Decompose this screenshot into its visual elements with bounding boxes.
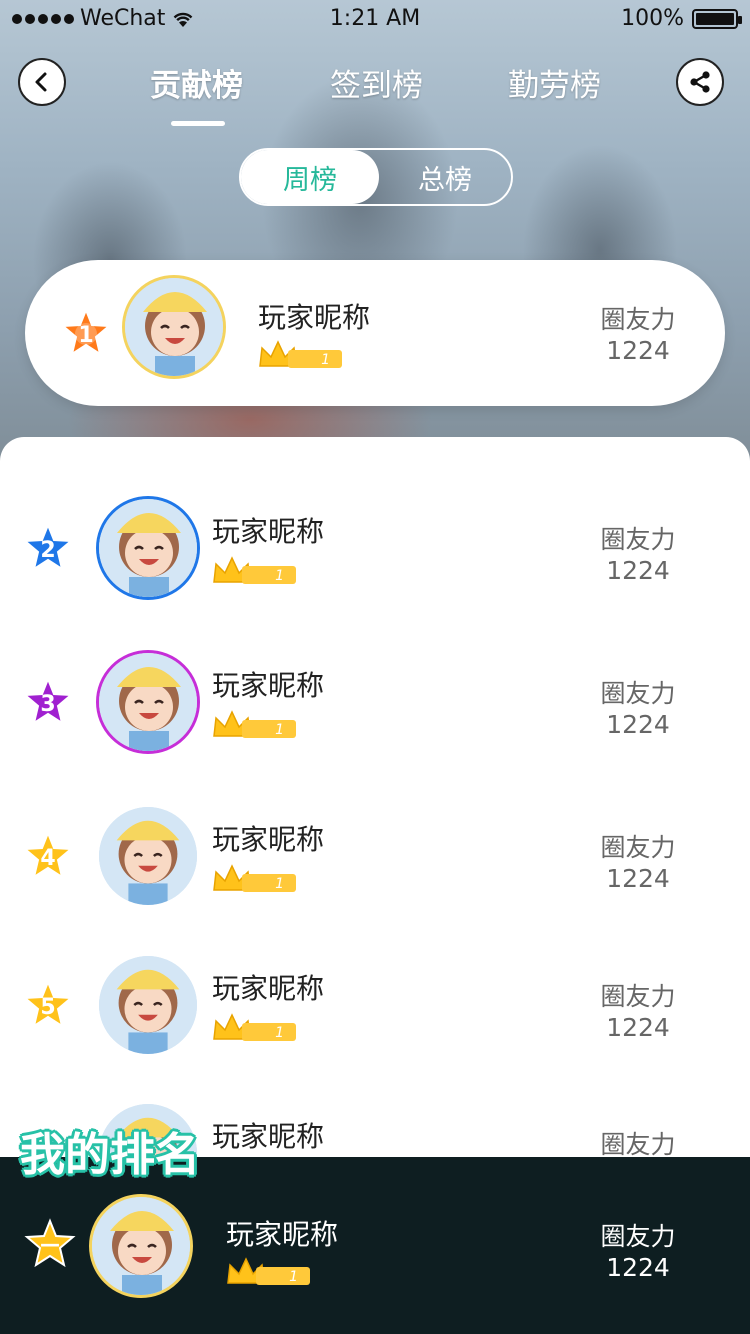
level-number: 1 bbox=[289, 1269, 298, 1285]
my-rank-bar[interactable]: — 玩家昵称 1 圈友力 1224 bbox=[0, 1157, 750, 1334]
level-badge: 1 bbox=[212, 1013, 296, 1043]
avatar bbox=[99, 956, 197, 1054]
rank-number: 4 bbox=[40, 846, 55, 871]
period-total-button[interactable]: 总榜 bbox=[379, 150, 511, 204]
player-name: 玩家昵称 bbox=[212, 669, 325, 702]
battery-icon bbox=[692, 8, 742, 29]
player-name: 玩家昵称 bbox=[212, 515, 325, 548]
status-bar: WeChat 1:21 AM 100% bbox=[0, 0, 750, 40]
avatar bbox=[96, 496, 200, 600]
level-number: 1 bbox=[321, 352, 330, 368]
period-switch: 周榜 总榜 bbox=[239, 148, 513, 206]
active-tab-indicator bbox=[171, 121, 225, 126]
avatar bbox=[96, 650, 200, 754]
battery-group: 100% bbox=[621, 6, 742, 31]
score-value: 1224 bbox=[606, 864, 670, 893]
score-label: 圈友力 bbox=[600, 833, 676, 862]
rank-number: 5 bbox=[40, 995, 55, 1020]
ranking-row[interactable]: 3 玩家昵称 1 圈友力 1224 bbox=[0, 624, 750, 774]
level-number: 1 bbox=[275, 876, 284, 892]
tab-contribution[interactable]: 贡献榜 bbox=[150, 60, 243, 105]
rank-medal-icon: 1 bbox=[60, 307, 112, 359]
score-value: 1224 bbox=[606, 336, 670, 365]
rank-medal-icon: 4 bbox=[22, 830, 74, 882]
rank-number: 3 bbox=[40, 692, 55, 717]
player-name: 玩家昵称 bbox=[226, 1218, 339, 1251]
level-badge: 1 bbox=[212, 710, 296, 740]
tab-diligence[interactable]: 勤劳榜 bbox=[508, 60, 601, 105]
rank-number: — bbox=[40, 1232, 60, 1256]
level-number: 1 bbox=[275, 722, 284, 738]
level-number: 1 bbox=[275, 1025, 284, 1041]
rank-medal-icon: 2 bbox=[22, 522, 74, 574]
top-rank-card[interactable]: 1 玩家昵称 1 圈友力 1224 bbox=[25, 260, 725, 406]
rank-number: 1 bbox=[78, 323, 93, 348]
rank-number: 2 bbox=[40, 538, 55, 563]
rank-medal-icon: 3 bbox=[22, 676, 74, 728]
player-name: 玩家昵称 bbox=[212, 972, 325, 1005]
ranking-row[interactable]: 4 玩家昵称 1 圈友力 1224 bbox=[0, 778, 750, 928]
my-rank-title: 我的排名 bbox=[20, 1128, 201, 1181]
score-label: 圈友力 bbox=[600, 982, 676, 1011]
player-name: 玩家昵称 bbox=[212, 1120, 325, 1153]
rank-medal-icon: — bbox=[24, 1218, 76, 1270]
score-label: 圈友力 bbox=[600, 679, 676, 708]
avatar bbox=[99, 807, 197, 905]
player-name: 玩家昵称 bbox=[212, 823, 325, 856]
ranking-row[interactable]: 5 玩家昵称 1 圈友力 1224 bbox=[0, 927, 750, 1077]
battery-percent: 100% bbox=[621, 6, 684, 31]
level-number: 1 bbox=[275, 568, 284, 584]
score-value: 1224 bbox=[606, 1013, 670, 1042]
score-value: 1224 bbox=[606, 556, 670, 585]
score-value: 1224 bbox=[606, 710, 670, 739]
period-weekly-button[interactable]: 周榜 bbox=[241, 150, 379, 204]
level-badge: 1 bbox=[212, 556, 296, 586]
score-value: 1224 bbox=[606, 1253, 670, 1282]
leaderboard-tabs: 贡献榜 签到榜 勤劳榜 bbox=[0, 60, 750, 130]
level-badge: 1 bbox=[226, 1257, 310, 1287]
score-label: 圈友力 bbox=[600, 1222, 676, 1251]
rank-medal-icon: 5 bbox=[22, 979, 74, 1031]
avatar bbox=[122, 275, 226, 379]
ranking-row[interactable]: 2 玩家昵称 1 圈友力 1224 bbox=[0, 470, 750, 620]
player-name: 玩家昵称 bbox=[258, 301, 371, 334]
score-label: 圈友力 bbox=[600, 525, 676, 554]
score-label: 圈友力 bbox=[600, 1130, 676, 1159]
score-label: 圈友力 bbox=[600, 305, 676, 334]
tab-checkin[interactable]: 签到榜 bbox=[330, 60, 423, 105]
avatar bbox=[89, 1194, 193, 1298]
level-badge: 1 bbox=[212, 864, 296, 894]
level-badge: 1 bbox=[258, 340, 342, 370]
